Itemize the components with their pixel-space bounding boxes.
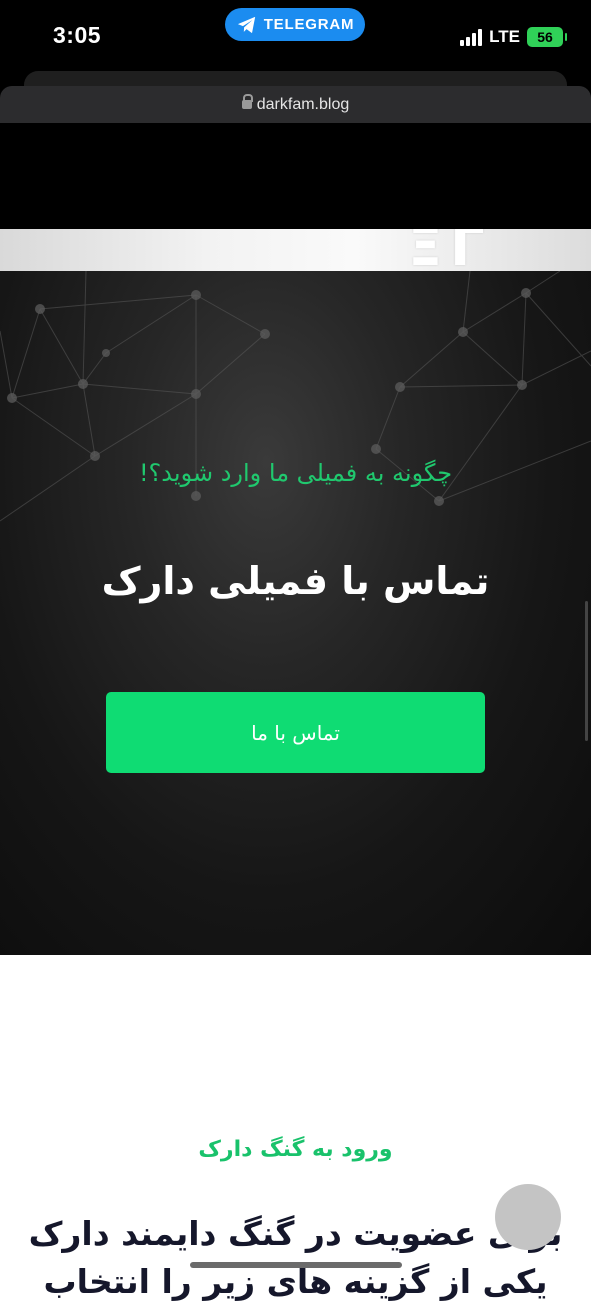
cellular-signal-icon [460, 28, 483, 46]
back-app-label: TELEGRAM [263, 16, 355, 33]
banner-strip: ΞΓ [0, 229, 591, 271]
contact-us-button[interactable]: تماس با ما [106, 692, 485, 773]
partial-logo-graphic: ΞΓ [408, 229, 493, 271]
battery-level: 56 [537, 29, 553, 45]
status-time: 3:05 [53, 22, 102, 48]
lock-icon [241, 93, 253, 111]
back-to-telegram-button[interactable]: TELEGRAM [225, 8, 365, 41]
page-header-band [0, 124, 591, 229]
section-label: ورود به گنگ دارک [198, 1137, 393, 1162]
network-background-graphic [0, 271, 591, 522]
floating-action-button[interactable] [495, 1184, 561, 1250]
url-text: darkfam.blog [256, 95, 350, 113]
scrollbar-thumb[interactable] [585, 601, 588, 741]
browser-tab-stack: darkfam.blog [0, 71, 591, 124]
hero-subtitle: چگونه به فمیلی ما وارد شوید؟! [138, 459, 453, 487]
hero-title: تماس با فمیلی دارک [101, 559, 490, 603]
network-type: LTE [489, 27, 520, 46]
address-bar[interactable]: darkfam.blog [0, 86, 591, 123]
hero-section: چگونه به فمیلی ما وارد شوید؟! تماس با فم… [0, 271, 591, 955]
status-indicators: LTE 56 [460, 27, 567, 47]
status-bar: 3:05 TELEGRAM LTE 56 [0, 0, 591, 74]
battery-icon: 56 [527, 27, 567, 47]
home-indicator[interactable] [190, 1262, 402, 1268]
telegram-icon [237, 16, 255, 33]
